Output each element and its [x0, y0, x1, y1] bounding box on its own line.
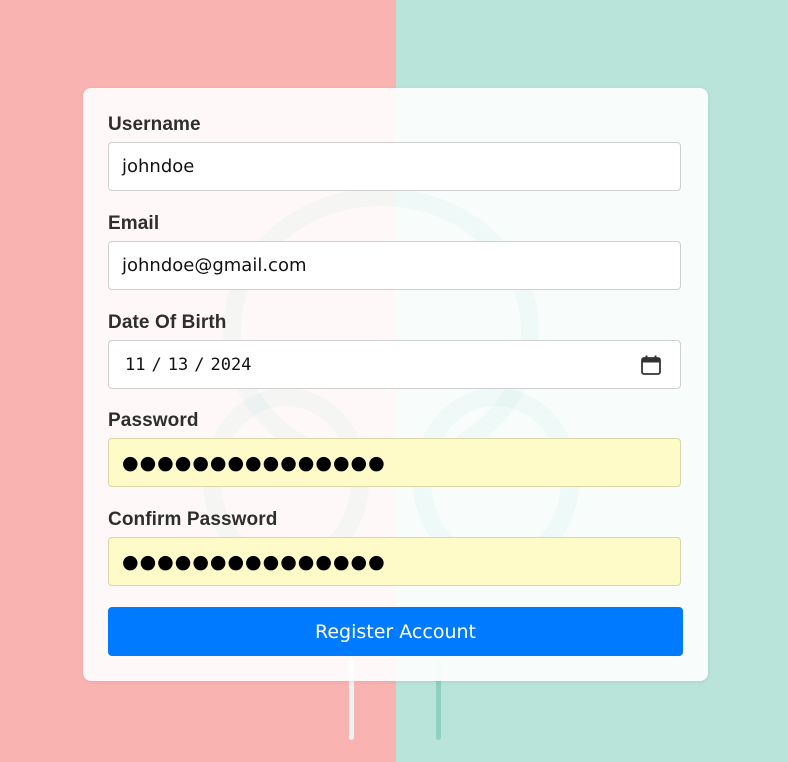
- password-label: Password: [108, 410, 199, 431]
- email-value: johndoe@gmail.com: [122, 255, 307, 276]
- email-input[interactable]: johndoe@gmail.com: [108, 241, 681, 290]
- register-account-button[interactable]: Register Account: [108, 607, 683, 656]
- username-label: Username: [108, 114, 201, 135]
- email-label: Email: [108, 213, 160, 234]
- dob-separator: /: [194, 354, 205, 375]
- confirm-password-input[interactable]: ●●●●●●●●●●●●●●●: [108, 537, 681, 586]
- username-value: johndoe: [122, 156, 195, 177]
- registration-form-card: Username johndoe Email johndoe@gmail.com…: [83, 88, 708, 681]
- username-input[interactable]: johndoe: [108, 142, 681, 191]
- confirm-password-label: Confirm Password: [108, 509, 278, 530]
- calendar-icon[interactable]: [640, 354, 662, 376]
- dob-separator: /: [151, 354, 162, 375]
- password-input[interactable]: ●●●●●●●●●●●●●●●: [108, 438, 681, 487]
- dob-input[interactable]: 11 / 13 / 2024: [108, 340, 681, 389]
- dob-month[interactable]: 11: [125, 355, 145, 375]
- dob-day[interactable]: 13: [168, 355, 188, 375]
- dob-label: Date Of Birth: [108, 312, 227, 333]
- dob-year[interactable]: 2024: [210, 355, 251, 375]
- confirm-password-masked-value: ●●●●●●●●●●●●●●●: [122, 550, 386, 573]
- password-masked-value: ●●●●●●●●●●●●●●●: [122, 451, 386, 474]
